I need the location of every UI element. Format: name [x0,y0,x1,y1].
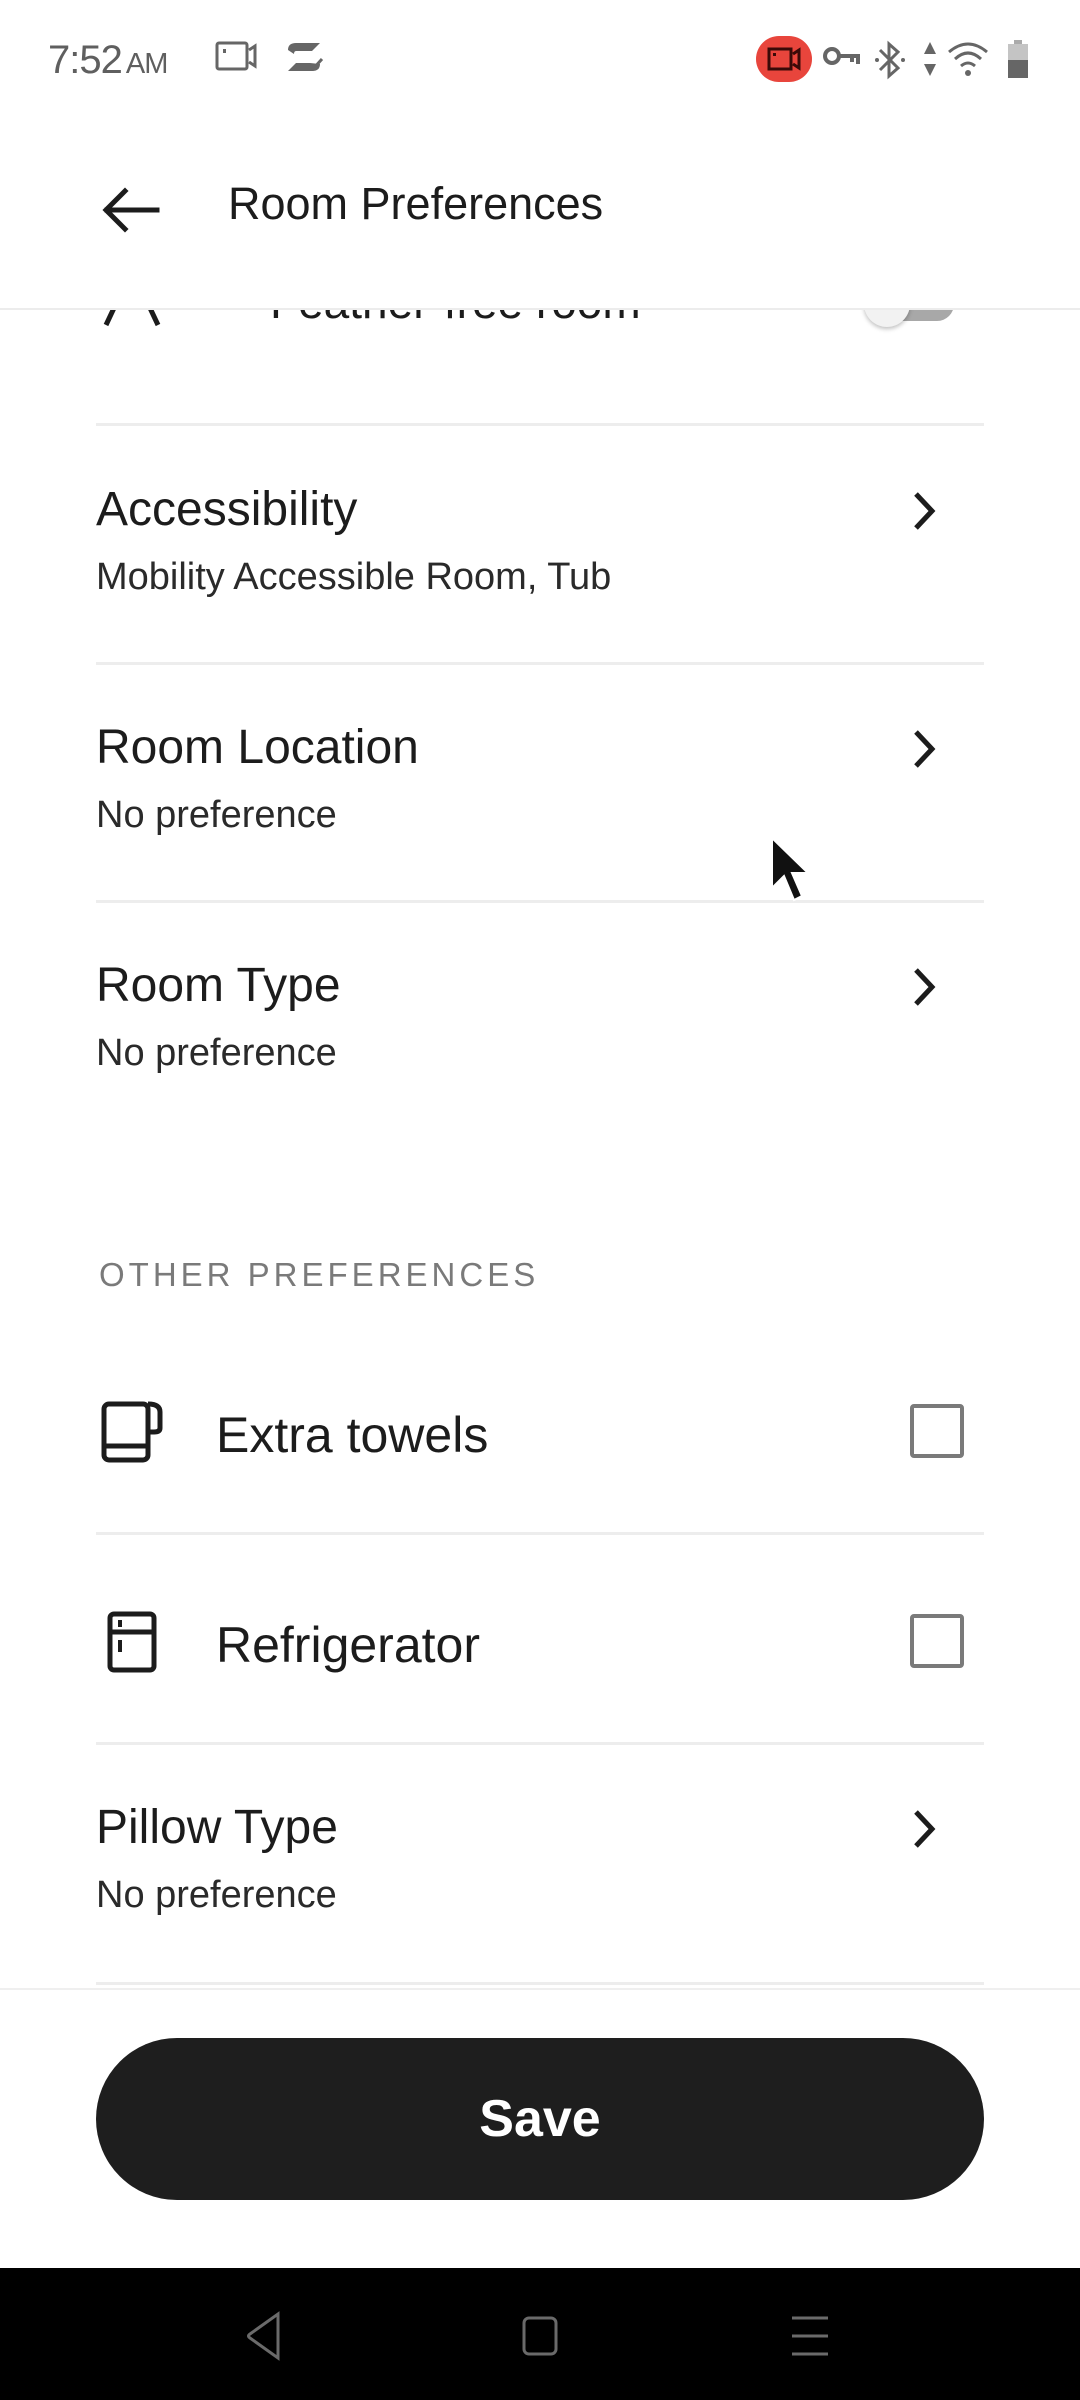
room-location-row[interactable]: Room Location No preference [96,720,984,956]
refrigerator-label: Refrigerator [216,1617,480,1673]
menu-lines-icon [792,2316,828,2356]
extra-towels-label: Extra towels [216,1407,489,1463]
data-arrows-icon [922,40,938,83]
divider [96,423,984,426]
system-back-button[interactable] [236,2306,296,2366]
divider [96,1532,984,1535]
toggle-knob [864,310,910,327]
chevron-right-icon [914,1810,936,1848]
system-nav-bar [0,2268,1080,2400]
ampm-text: AM [125,48,168,80]
battery-icon [1006,40,1030,85]
triangle-back-icon [247,2311,280,2361]
bluetooth-icon [874,40,906,85]
screen-record-icon [215,40,259,79]
chevron-right-icon [914,968,936,1006]
divider [96,662,984,665]
vpn-key-icon [822,40,862,81]
pillow-type-row[interactable]: Pillow Type No preference [96,1800,984,1988]
extra-towels-checkbox[interactable] [910,1404,964,1458]
refrigerator-checkbox[interactable] [910,1614,964,1668]
feather-free-icon [100,310,164,336]
room-location-title: Room Location [96,721,419,774]
chevron-right-icon [914,730,936,768]
room-location-value: No preference [96,794,337,836]
chevron-right-icon [914,492,936,530]
footer: Save [0,1988,1080,2268]
accessibility-title: Accessibility [96,483,358,536]
extra-towels-row[interactable]: Extra towels [96,1380,984,1490]
accessibility-row[interactable]: Accessibility Mobility Accessible Room, … [96,482,984,718]
status-time: 7:52 AM [48,38,168,83]
system-recents-button[interactable] [780,2306,840,2366]
divider [96,1982,984,1985]
feather-free-row[interactable]: Feather-free room [96,310,984,345]
sync-check-icon [282,40,326,81]
accessibility-value: Mobility Accessible Room, Tub [96,556,612,598]
preferences-list[interactable]: Feather-free room Accessibility Mobility… [0,310,1080,1988]
other-preferences-header: OTHER PREFERENCES [99,1256,540,1293]
room-type-row[interactable]: Room Type No preference [96,958,984,1194]
pillow-type-title: Pillow Type [96,1801,338,1854]
square-home-icon [522,2316,558,2356]
recording-badge-icon [756,36,812,82]
page-title: Room Preferences [228,178,604,229]
feather-free-label: Feather-free room [270,310,641,329]
system-home-button[interactable] [510,2306,570,2366]
status-bar: 7:52 AM [0,0,1080,120]
towel-icon [101,1401,163,1463]
wifi-icon [946,40,990,83]
room-type-title: Room Type [96,959,341,1012]
divider [96,1742,984,1745]
room-type-value: No preference [96,1032,337,1074]
arrow-left-icon [102,187,160,233]
divider [96,900,984,903]
refrigerator-icon [107,1611,157,1673]
save-button[interactable]: Save [96,2038,984,2200]
time-text: 7:52 [48,38,123,82]
refrigerator-row[interactable]: Refrigerator [96,1590,984,1700]
app-header: Room Preferences [0,120,1080,310]
pillow-type-value: No preference [96,1874,337,1916]
back-button[interactable] [96,175,166,245]
feather-free-toggle[interactable] [864,310,954,327]
